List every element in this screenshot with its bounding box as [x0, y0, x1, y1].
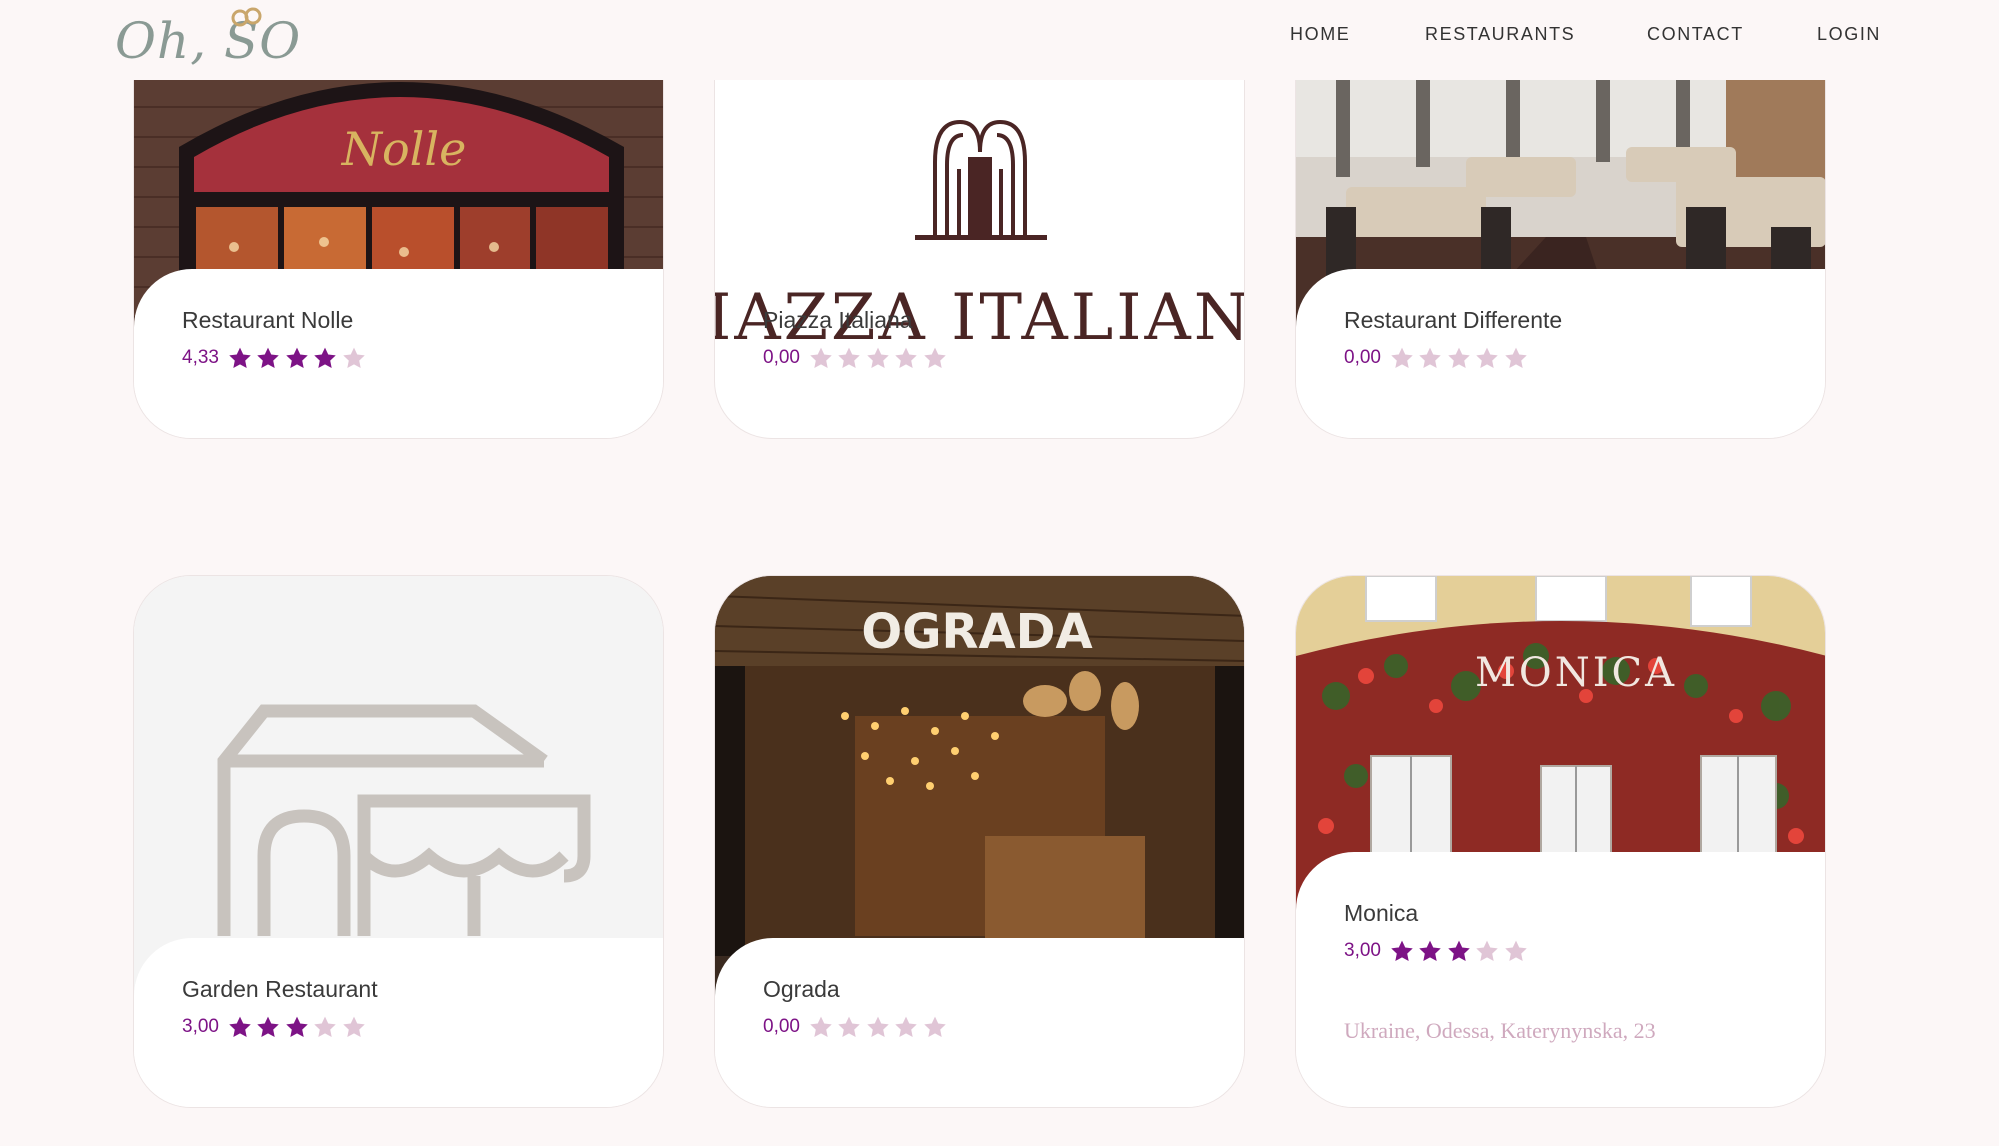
restaurant-name: Ograda: [763, 976, 840, 1002]
star-empty-icon: [867, 347, 889, 369]
nav-home[interactable]: HOME: [1290, 24, 1350, 45]
star-empty-icon: [924, 1016, 946, 1038]
star-filled-icon: [229, 1016, 251, 1038]
rating-stars: [227, 1015, 370, 1039]
rating: 3,00: [1344, 939, 1531, 963]
rating: 0,00: [763, 346, 950, 370]
star-filled-icon: [314, 347, 337, 369]
nav-restaurants[interactable]: RESTAURANTS: [1425, 24, 1575, 45]
restaurant-name: Piazza Italiana: [763, 307, 913, 333]
star-filled-icon: [1448, 940, 1470, 962]
rating: 0,00: [1344, 346, 1531, 370]
card-info: Garden Restaurant 3,00: [134, 938, 663, 1107]
star-empty-icon: [838, 347, 861, 369]
card-info: Ograda 0,00: [715, 938, 1244, 1107]
star-empty-icon: [1448, 347, 1470, 369]
card-info: Restaurant Nolle 4,33: [134, 269, 663, 438]
star-empty-icon: [810, 347, 832, 369]
star-empty-icon: [1505, 940, 1527, 962]
star-empty-icon: [895, 1016, 918, 1038]
restaurant-name: Restaurant Nolle: [182, 307, 354, 333]
rating-value: 4,33: [182, 347, 219, 368]
star-filled-icon: [286, 347, 308, 369]
restaurant-card[interactable]: OGRADA Ograda 0,00: [714, 575, 1245, 1108]
star-empty-icon: [838, 1016, 861, 1038]
nav-login[interactable]: LOGIN: [1817, 24, 1881, 45]
star-empty-icon: [810, 1016, 832, 1038]
star-filled-icon: [257, 347, 280, 369]
svg-text:Nolle: Nolle: [341, 122, 467, 176]
rating-stars: [808, 346, 951, 370]
star-filled-icon: [286, 1016, 308, 1038]
restaurant-name: Monica: [1344, 900, 1419, 926]
restaurant-name: Restaurant Differente: [1344, 307, 1563, 333]
main-nav: HOME RESTAURANTS CONTACT LOGIN: [0, 24, 1999, 48]
rating-value: 0,00: [763, 347, 800, 368]
rating-stars: [1389, 939, 1532, 963]
rating-value: 0,00: [763, 1016, 800, 1037]
restaurant-name: Garden Restaurant: [182, 976, 378, 1002]
restaurant-card[interactable]: Garden Restaurant 3,00: [133, 575, 664, 1108]
star-empty-icon: [1476, 347, 1499, 369]
card-info: Monica 3,00 Ukraine, Odessa, Katerynynsk…: [1296, 852, 1825, 1107]
star-filled-icon: [1391, 940, 1413, 962]
site-header: Oh, SO HOME RESTAURANTS CONTACT LOGIN: [0, 0, 1999, 80]
star-empty-icon: [1505, 347, 1527, 369]
star-filled-icon: [257, 1016, 280, 1038]
rating-stars: [227, 346, 370, 370]
star-empty-icon: [924, 347, 946, 369]
rating-value: 0,00: [1344, 347, 1381, 368]
sign-text: OGRADA: [861, 604, 1092, 660]
rating-value: 3,00: [1344, 940, 1381, 961]
restaurant-card[interactable]: MONICA Monica 3,00 Ukraine, Odessa, Kate…: [1295, 575, 1826, 1108]
star-empty-icon: [314, 1016, 337, 1038]
rating-stars: [1389, 346, 1532, 370]
star-empty-icon: [1391, 347, 1413, 369]
star-filled-icon: [1419, 940, 1442, 962]
rating: 0,00: [763, 1015, 950, 1039]
restaurant-address: Ukraine, Odessa, Katerynynska, 23: [1344, 1018, 1656, 1043]
rating-stars: [808, 1015, 951, 1039]
star-empty-icon: [1419, 347, 1442, 369]
card-info: Restaurant Differente 0,00: [1296, 269, 1825, 438]
star-empty-icon: [343, 347, 365, 369]
rating-value: 3,00: [182, 1016, 219, 1037]
star-empty-icon: [343, 1016, 365, 1038]
card-info: Piazza Italiana 0,00: [715, 269, 1244, 438]
star-filled-icon: [229, 347, 251, 369]
star-empty-icon: [867, 1016, 889, 1038]
nav-contact[interactable]: CONTACT: [1647, 24, 1744, 45]
star-empty-icon: [895, 347, 918, 369]
rating: 3,00: [182, 1015, 369, 1039]
rating: 4,33: [182, 346, 369, 370]
sign-text: MONICA: [1475, 650, 1677, 696]
star-empty-icon: [1476, 940, 1499, 962]
